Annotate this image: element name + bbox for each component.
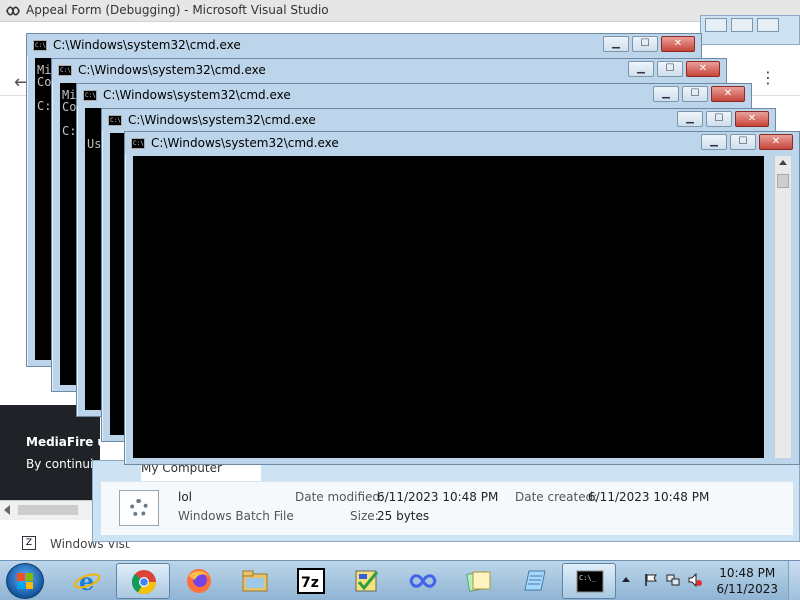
visual-studio-app-icon	[355, 570, 379, 592]
explorer-window: My Computer lol Windows Batch File Date …	[92, 460, 800, 542]
minimize-button[interactable]: ▁	[603, 36, 629, 52]
taskbar-visual-studio-app[interactable]	[340, 563, 394, 599]
scroll-thumb[interactable]	[777, 174, 789, 188]
size-label: Size:	[350, 509, 379, 523]
explorer-maximize-button[interactable]	[731, 18, 753, 32]
scroll-thumb[interactable]	[18, 505, 78, 515]
show-desktop-button[interactable]	[788, 561, 800, 600]
cmd-title-bar[interactable]: C:\ C:\Windows\system32\cmd.exe ▁ ☐ ✕	[125, 132, 799, 154]
cmd-title: C:\Windows\system32\cmd.exe	[103, 88, 291, 102]
maximize-button[interactable]: ☐	[632, 36, 658, 52]
minimize-button[interactable]: ▁	[701, 134, 727, 150]
close-button[interactable]: ✕	[759, 134, 793, 150]
explorer-title-controls	[700, 15, 800, 45]
close-button[interactable]: ✕	[711, 86, 745, 102]
start-button[interactable]	[6, 563, 44, 599]
explorer-minimize-button[interactable]	[705, 18, 727, 32]
cmd-title: C:\Windows\system32\cmd.exe	[151, 136, 339, 150]
windows-logo-icon	[17, 573, 33, 589]
flag-icon[interactable]	[644, 573, 658, 587]
cmd-icon: C:\	[33, 40, 47, 51]
maximize-button[interactable]: ☐	[657, 61, 683, 77]
date-created-label: Date created:	[515, 490, 598, 504]
7zip-icon: 7z	[297, 568, 325, 594]
vs-title-bar[interactable]: Appeal Form (Debugging) - Microsoft Visu…	[0, 0, 800, 22]
date-modified-value: 6/11/2023 10:48 PM	[377, 490, 499, 504]
minimize-button[interactable]: ▁	[653, 86, 679, 102]
network-icon[interactable]	[666, 573, 680, 587]
sticky-notes-icon	[466, 570, 491, 592]
clock-time: 10:48 PM	[719, 566, 776, 580]
internet-explorer-icon: e	[73, 568, 101, 594]
taskbar-7zip[interactable]: 7z	[284, 563, 338, 599]
maximize-button[interactable]: ☐	[706, 111, 732, 127]
taskbar-file-explorer[interactable]	[228, 563, 282, 599]
scroll-up-icon[interactable]	[779, 160, 787, 165]
horizontal-scrollbar[interactable]	[0, 500, 100, 520]
taskbar-firefox[interactable]	[172, 563, 226, 599]
gear-icon	[130, 499, 148, 517]
vista-icon: Z	[22, 536, 36, 550]
taskbar-sticky-notes[interactable]	[452, 563, 506, 599]
close-button[interactable]: ✕	[686, 61, 720, 77]
console-scrollbar[interactable]	[774, 156, 791, 458]
cmd-icon: C:\	[131, 138, 145, 149]
volume-muted-icon[interactable]	[688, 573, 702, 587]
minimize-button[interactable]: ▁	[628, 61, 654, 77]
svg-text:e: e	[79, 568, 94, 594]
taskbar: e 7z C:\_ 10:48 PM 6/11/2023	[0, 560, 800, 600]
file-name: lol	[178, 490, 193, 504]
date-modified-label: Date modified:	[295, 490, 385, 504]
banner-text: By continui	[26, 457, 94, 471]
notepad-icon	[524, 570, 546, 591]
cmd-title-bar[interactable]: C:\ C:\Windows\system32\cmd.exe ▁ ☐ ✕	[52, 59, 726, 81]
cmd-icon: C:\	[83, 90, 97, 101]
minimize-button[interactable]: ▁	[677, 111, 703, 127]
date-created-value: 6/11/2023 10:48 PM	[588, 490, 710, 504]
chrome-icon	[131, 570, 156, 595]
browser-page	[0, 96, 24, 406]
clock-date: 6/11/2023	[716, 582, 778, 596]
firefox-icon	[187, 569, 211, 593]
explorer-close-button[interactable]	[757, 18, 779, 32]
vs-window-title: Appeal Form (Debugging) - Microsoft Visu…	[26, 3, 329, 17]
cmd-icon: C:\	[108, 115, 122, 126]
visual-studio-icon	[6, 6, 20, 16]
maximize-button[interactable]: ☐	[730, 134, 756, 150]
cmd-title: C:\Windows\system32\cmd.exe	[128, 113, 316, 127]
cmd-title: C:\Windows\system32\cmd.exe	[53, 38, 241, 52]
taskbar-chrome[interactable]	[116, 563, 170, 599]
console-output[interactable]	[133, 156, 764, 458]
cmd-title-bar[interactable]: C:\ C:\Windows\system32\cmd.exe ▁ ☐ ✕	[27, 34, 701, 56]
cmd-window-5[interactable]: C:\ C:\Windows\system32\cmd.exe ▁ ☐ ✕	[124, 131, 800, 465]
cmd-title-bar[interactable]: C:\ C:\Windows\system32\cmd.exe ▁ ☐ ✕	[77, 84, 751, 106]
cmd-icon: C:\	[58, 65, 72, 76]
size-value: 25 bytes	[377, 509, 430, 523]
file-type: Windows Batch File	[178, 509, 294, 523]
close-button[interactable]: ✕	[661, 36, 695, 52]
cookie-banner: MediaFire u By continui	[0, 405, 106, 500]
taskbar-internet-explorer[interactable]: e	[60, 563, 114, 599]
show-hidden-icons-icon[interactable]	[622, 577, 630, 582]
infinity-icon	[409, 574, 437, 588]
clock[interactable]: 10:48 PM 6/11/2023	[716, 565, 778, 597]
svg-text:C:\_: C:\_	[579, 574, 597, 582]
svg-text:7z: 7z	[301, 575, 319, 591]
scroll-left-icon[interactable]	[4, 505, 10, 515]
maximize-button[interactable]: ☐	[682, 86, 708, 102]
close-button[interactable]: ✕	[735, 111, 769, 127]
cmd-title-bar[interactable]: C:\ C:\Windows\system32\cmd.exe ▁ ☐ ✕	[102, 109, 775, 131]
cmd-title: C:\Windows\system32\cmd.exe	[78, 63, 266, 77]
folder-icon	[242, 570, 268, 592]
taskbar-infinity-app[interactable]	[396, 563, 450, 599]
details-pane: lol Windows Batch File Date modified: 6/…	[101, 481, 793, 535]
banner-title: MediaFire u	[26, 435, 106, 449]
system-tray: 10:48 PM 6/11/2023	[600, 561, 800, 600]
taskbar-notepad[interactable]	[508, 563, 562, 599]
batch-file-icon	[119, 490, 159, 526]
menu-kebab-icon[interactable]: ⋮	[760, 68, 776, 87]
